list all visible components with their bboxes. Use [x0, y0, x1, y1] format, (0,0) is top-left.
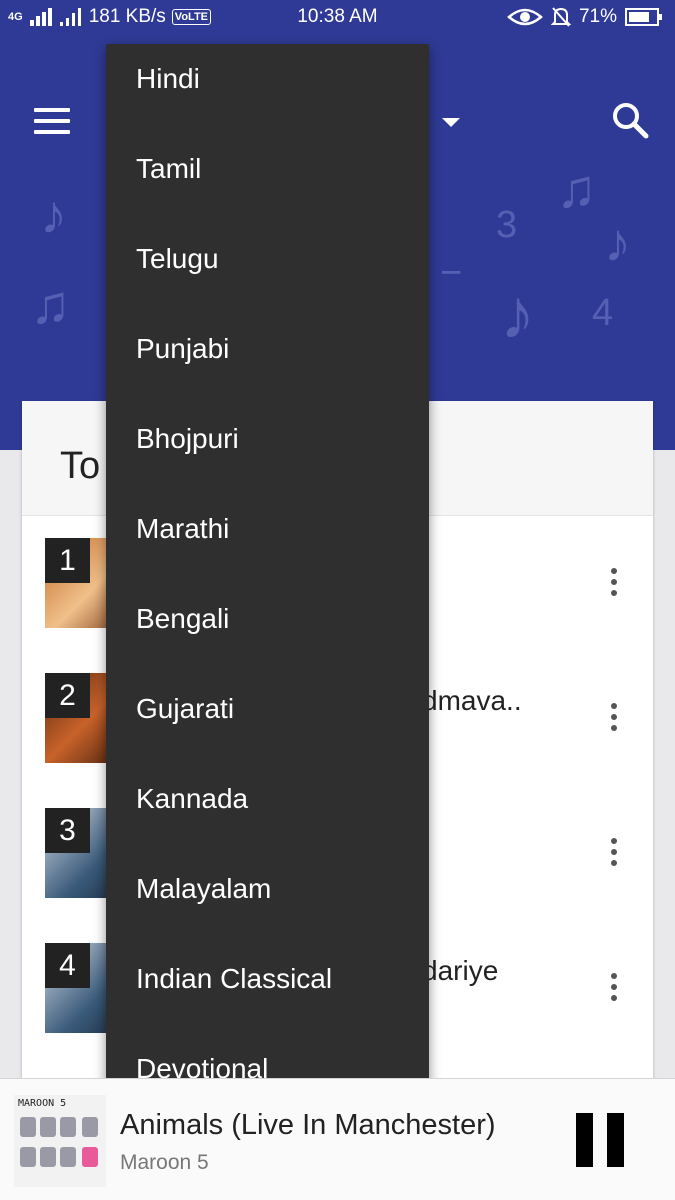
menu-icon[interactable]	[34, 108, 70, 134]
app-screen: 4G 181 KB/s VoLTE 10:38 AM 71% ♪ ♫ ♫ ♪ ♪…	[0, 0, 675, 1200]
now-playing-title: Animals (Live In Manchester)	[120, 1109, 496, 1141]
language-dropdown-menu: Hindi Tamil Telugu Punjabi Bhojpuri Mara…	[106, 44, 429, 1109]
pause-button[interactable]	[576, 1113, 624, 1167]
status-bar: 4G 181 KB/s VoLTE 10:38 AM 71%	[0, 0, 675, 34]
track-title: dariye	[422, 955, 499, 986]
menu-item-hindi[interactable]: Hindi	[106, 44, 429, 134]
music-note-icon: ♪	[500, 275, 535, 353]
menu-item-kannada[interactable]: Kannada	[106, 764, 429, 854]
clock: 10:38 AM	[297, 6, 378, 27]
more-options-icon[interactable]	[607, 703, 621, 733]
bell-muted-icon	[550, 7, 571, 27]
music-note-icon: ♫	[30, 275, 71, 335]
battery-icon	[625, 8, 662, 26]
music-note-icon: ♪	[604, 213, 631, 273]
mini-player[interactable]: MAROON 5 Animals (Live In Manchester) Ma…	[0, 1078, 675, 1200]
dropdown-caret-icon[interactable]	[442, 118, 460, 127]
menu-item-punjabi[interactable]: Punjabi	[106, 314, 429, 404]
music-note-icon: ♫	[556, 159, 597, 219]
menu-item-malayalam[interactable]: Malayalam	[106, 854, 429, 944]
more-options-icon[interactable]	[607, 973, 621, 1003]
number-decoration: 4	[592, 292, 614, 334]
rank-badge: 3	[45, 808, 90, 853]
card-title: To	[60, 445, 101, 487]
menu-item-bengali[interactable]: Bengali	[106, 584, 429, 674]
menu-item-tamil[interactable]: Tamil	[106, 134, 429, 224]
rank-badge: 2	[45, 673, 90, 718]
battery-percent: 71%	[578, 6, 617, 27]
eye-icon	[507, 8, 543, 26]
menu-item-bhojpuri[interactable]: Bhojpuri	[106, 404, 429, 494]
menu-item-indian-classical[interactable]: Indian Classical	[106, 944, 429, 1034]
search-icon[interactable]	[610, 100, 650, 140]
rank-badge: 4	[45, 943, 90, 988]
menu-item-telugu[interactable]: Telugu	[106, 224, 429, 314]
music-note-icon: ♪	[40, 185, 67, 245]
menu-item-marathi[interactable]: Marathi	[106, 494, 429, 584]
now-playing-artist: Maroon 5	[120, 1151, 209, 1174]
more-options-icon[interactable]	[607, 568, 621, 598]
number-decoration: 3	[496, 204, 518, 246]
menu-item-gujarati[interactable]: Gujarati	[106, 674, 429, 764]
album-art-label: MAROON 5	[18, 1098, 67, 1109]
rank-badge: 1	[45, 538, 90, 583]
dash-decoration: −	[440, 252, 463, 294]
more-options-icon[interactable]	[607, 838, 621, 868]
track-title: dmava..	[422, 685, 522, 716]
album-art: MAROON 5	[14, 1095, 106, 1187]
